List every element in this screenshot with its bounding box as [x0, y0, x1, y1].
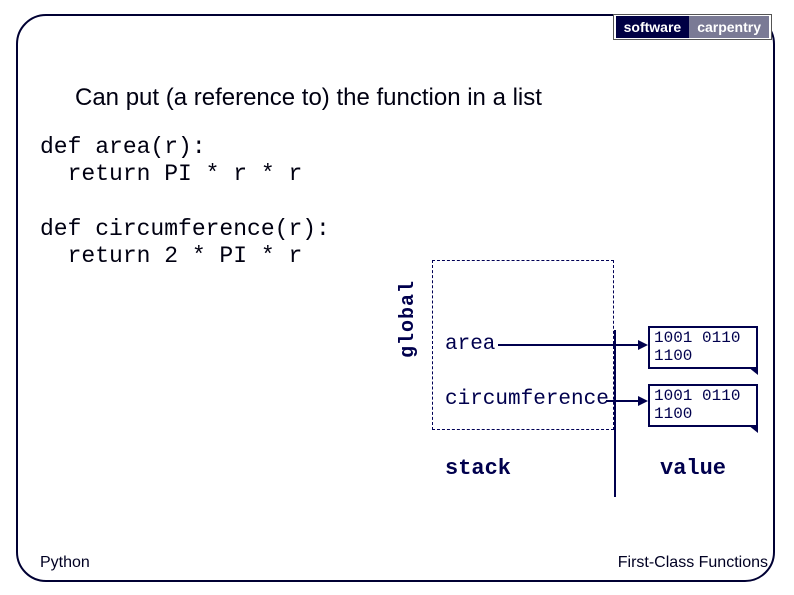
stack-diagram: global area circumference 1001 0110 1100… [410, 260, 770, 495]
stack-column-label: stack [445, 456, 511, 481]
slide-title: Can put (a reference to) the function in… [75, 84, 542, 112]
frame-entry-area: area [445, 333, 495, 356]
value-box-area-text: 1001 0110 1100 [654, 329, 740, 365]
value-box-circ-text: 1001 0110 1100 [654, 387, 740, 423]
logo-software-carpentry: software carpentry [613, 14, 772, 40]
code-block-circumference: def circumference(r): return 2 * PI * r [40, 216, 330, 270]
code-block-area: def area(r): return PI * r * r [40, 134, 302, 188]
global-label: global [397, 280, 420, 358]
arrow-circ-to-value [606, 393, 648, 413]
logo-right: carpentry [689, 16, 769, 38]
logo-left: software [616, 16, 690, 38]
value-column-label: value [660, 456, 726, 481]
value-box-area: 1001 0110 1100 [648, 326, 758, 369]
footer-right: First-Class Functions [618, 554, 768, 572]
arrow-area-to-value [498, 337, 648, 357]
frame-entry-circumference: circumference [445, 388, 609, 411]
footer-left: Python [40, 554, 90, 572]
value-box-circumference: 1001 0110 1100 [648, 384, 758, 427]
